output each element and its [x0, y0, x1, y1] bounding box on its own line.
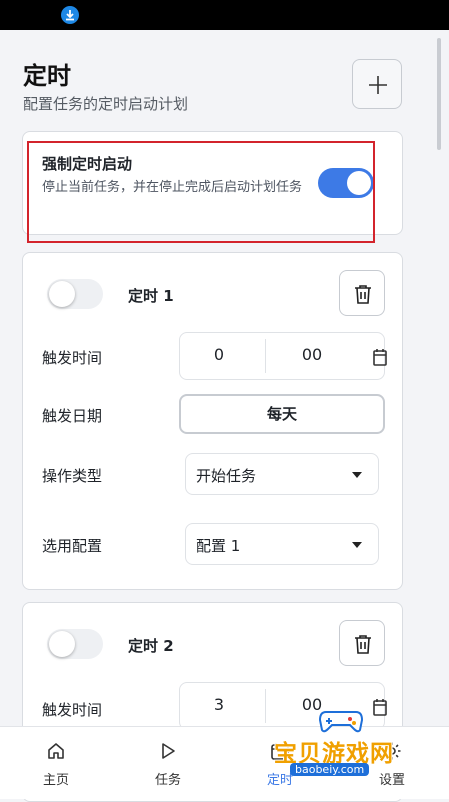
status-bar: [0, 0, 449, 30]
scrollbar[interactable]: [437, 38, 441, 150]
timer-2-hour[interactable]: 3: [180, 695, 258, 714]
calendar-icon[interactable]: [373, 348, 387, 366]
toggle-knob: [49, 631, 75, 657]
watermark: 宝贝游戏网 baobeiy.com: [270, 700, 430, 790]
timer-1-date-button[interactable]: 每天: [179, 394, 385, 434]
timer-1-minute[interactable]: 00: [266, 345, 358, 364]
operation-value: 开始任务: [196, 467, 257, 485]
dropdown-arrow-icon: [352, 472, 362, 478]
gamepad-icon: [318, 711, 364, 733]
plus-icon: [369, 76, 387, 94]
toggle-knob: [49, 281, 75, 307]
trigger-time-label: 触发时间: [42, 701, 103, 719]
timer-2-name: 定时 2: [128, 637, 174, 655]
timer-1-time-picker[interactable]: 0 00: [179, 332, 387, 380]
trash-icon: [355, 285, 371, 304]
dropdown-arrow-icon: [352, 542, 362, 548]
page-subtitle: 配置任务的定时启动计划: [23, 95, 189, 113]
timer-1-toggle[interactable]: [47, 279, 103, 309]
nav-item-tasks[interactable]: 任务: [112, 727, 224, 799]
operation-type-label: 操作类型: [42, 467, 103, 485]
timer-1-hour[interactable]: 0: [180, 345, 258, 364]
watermark-url: baobeiy.com: [290, 763, 370, 776]
selected-config-label: 选用配置: [42, 537, 103, 555]
nav-label: 任务: [154, 773, 181, 788]
timer-1-name: 定时 1: [128, 287, 174, 305]
play-icon: [162, 743, 175, 759]
nav-item-home[interactable]: 主页: [0, 727, 112, 799]
timer-2-delete-button[interactable]: [339, 620, 385, 666]
trash-icon: [355, 635, 371, 654]
timer-2-toggle[interactable]: [47, 629, 103, 659]
nav-label: 主页: [42, 773, 69, 788]
timer-1-delete-button[interactable]: [339, 270, 385, 316]
trigger-time-label: 触发时间: [42, 349, 103, 367]
add-timer-button[interactable]: [352, 59, 402, 109]
highlight-box: [27, 141, 375, 243]
home-icon: [48, 743, 64, 759]
page-title: 定时: [23, 62, 71, 90]
timer-1-operation-select[interactable]: 开始任务: [185, 453, 379, 495]
download-notification-icon: [61, 6, 79, 24]
timer-1-config-select[interactable]: 配置 1: [185, 523, 379, 565]
trigger-date-label: 触发日期: [42, 407, 103, 425]
config-value: 配置 1: [196, 537, 241, 555]
timer-card-1: 定时 1 触发时间 0 00 触发日期 每天 操作类型 开始任务 选用配置 配置…: [22, 252, 403, 590]
